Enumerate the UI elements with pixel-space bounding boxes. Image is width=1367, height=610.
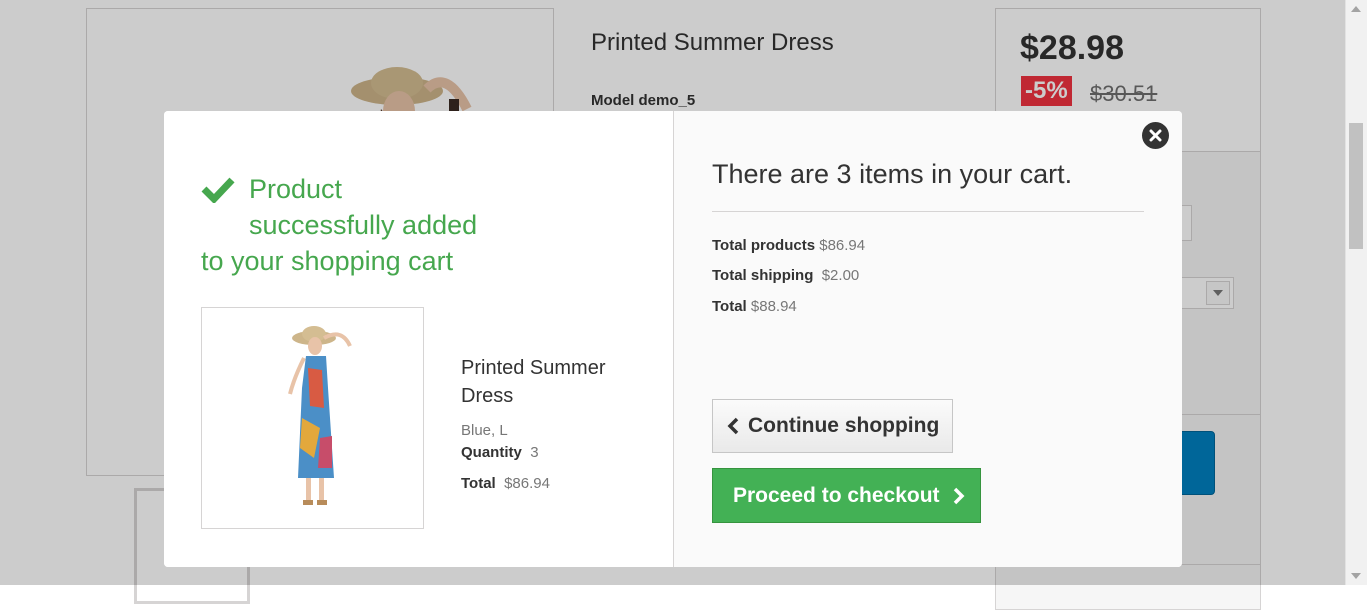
proceed-to-checkout-button[interactable]: Proceed to checkout <box>712 468 981 523</box>
scroll-down-icon[interactable] <box>1351 573 1361 579</box>
success-message: Product successfully added to your shopp… <box>201 171 531 279</box>
product-total-label: Total <box>461 475 496 492</box>
total-products-label: Total products <box>712 237 816 254</box>
quantity-value: 3 <box>530 444 539 461</box>
cart-product-total: Total $86.94 <box>461 475 550 492</box>
proceed-to-checkout-label: Proceed to checkout <box>733 484 940 507</box>
close-icon[interactable] <box>1142 122 1169 149</box>
cart-product-name: Printed Summer Dress <box>461 357 606 407</box>
continue-shopping-label: Continue shopping <box>748 414 940 437</box>
page-scrollbar[interactable] <box>1345 0 1367 585</box>
chevron-left-icon <box>727 417 739 435</box>
success-text-line: successfully added <box>249 210 478 240</box>
success-text-line: to your shopping cart <box>201 246 454 276</box>
chevron-right-icon <box>953 487 965 505</box>
modal-product-panel: Product successfully added to your shopp… <box>164 111 674 567</box>
cart-product-quantity: Quantity 3 <box>461 444 539 461</box>
total-shipping-row: Total shipping $2.00 <box>712 267 859 284</box>
check-icon <box>201 177 235 203</box>
add-to-cart-modal: Product successfully added to your shopp… <box>164 111 1182 567</box>
dress-image <box>288 326 352 505</box>
modal-cart-panel: There are 3 items in your cart. Total pr… <box>674 111 1182 567</box>
success-text-line: Product <box>249 174 343 204</box>
cart-total-value: $88.94 <box>750 298 797 315</box>
product-total-value: $86.94 <box>504 475 550 492</box>
scroll-up-icon[interactable] <box>1351 6 1361 12</box>
cart-product-attributes: Blue, L <box>461 422 508 439</box>
cart-total-row: Total $88.94 <box>712 298 797 315</box>
cart-total-label: Total <box>712 298 747 315</box>
cart-item-count: There are 3 items in your cart. <box>712 159 1073 189</box>
total-products-row: Total products $86.94 <box>712 237 865 254</box>
total-shipping-value: $2.00 <box>821 267 860 284</box>
scroll-thumb[interactable] <box>1349 123 1363 249</box>
total-products-value: $86.94 <box>819 237 866 254</box>
cart-product-image <box>201 307 424 529</box>
divider <box>712 211 1144 212</box>
continue-shopping-button[interactable]: Continue shopping <box>712 399 953 453</box>
total-shipping-label: Total shipping <box>712 267 814 284</box>
quantity-label: Quantity <box>461 444 522 461</box>
